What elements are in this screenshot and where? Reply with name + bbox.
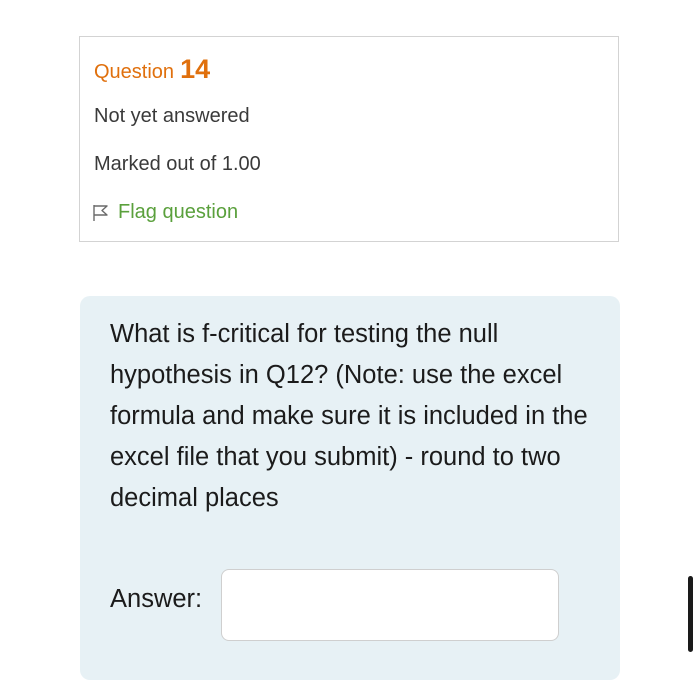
answer-input[interactable]: [221, 569, 559, 641]
flag-question-label: Flag question: [118, 201, 239, 223]
question-label: Question: [94, 61, 175, 83]
flag-icon: [92, 204, 110, 222]
answer-label: Answer:: [110, 585, 203, 613]
question-text: What is f-critical for testing the null …: [110, 320, 588, 512]
answer-status: Not yet answered: [94, 105, 250, 127]
marks-info: Marked out of 1.00: [94, 153, 261, 175]
question-info-panel: Question 14 Not yet answered Marked out o…: [79, 36, 619, 242]
question-number: 14: [180, 54, 211, 84]
flag-question-link[interactable]: Flag question: [92, 201, 238, 224]
question-content-panel: What is f-critical for testing the null …: [80, 296, 620, 680]
scrollbar[interactable]: [688, 576, 693, 652]
question-header: Question 14: [94, 54, 210, 85]
